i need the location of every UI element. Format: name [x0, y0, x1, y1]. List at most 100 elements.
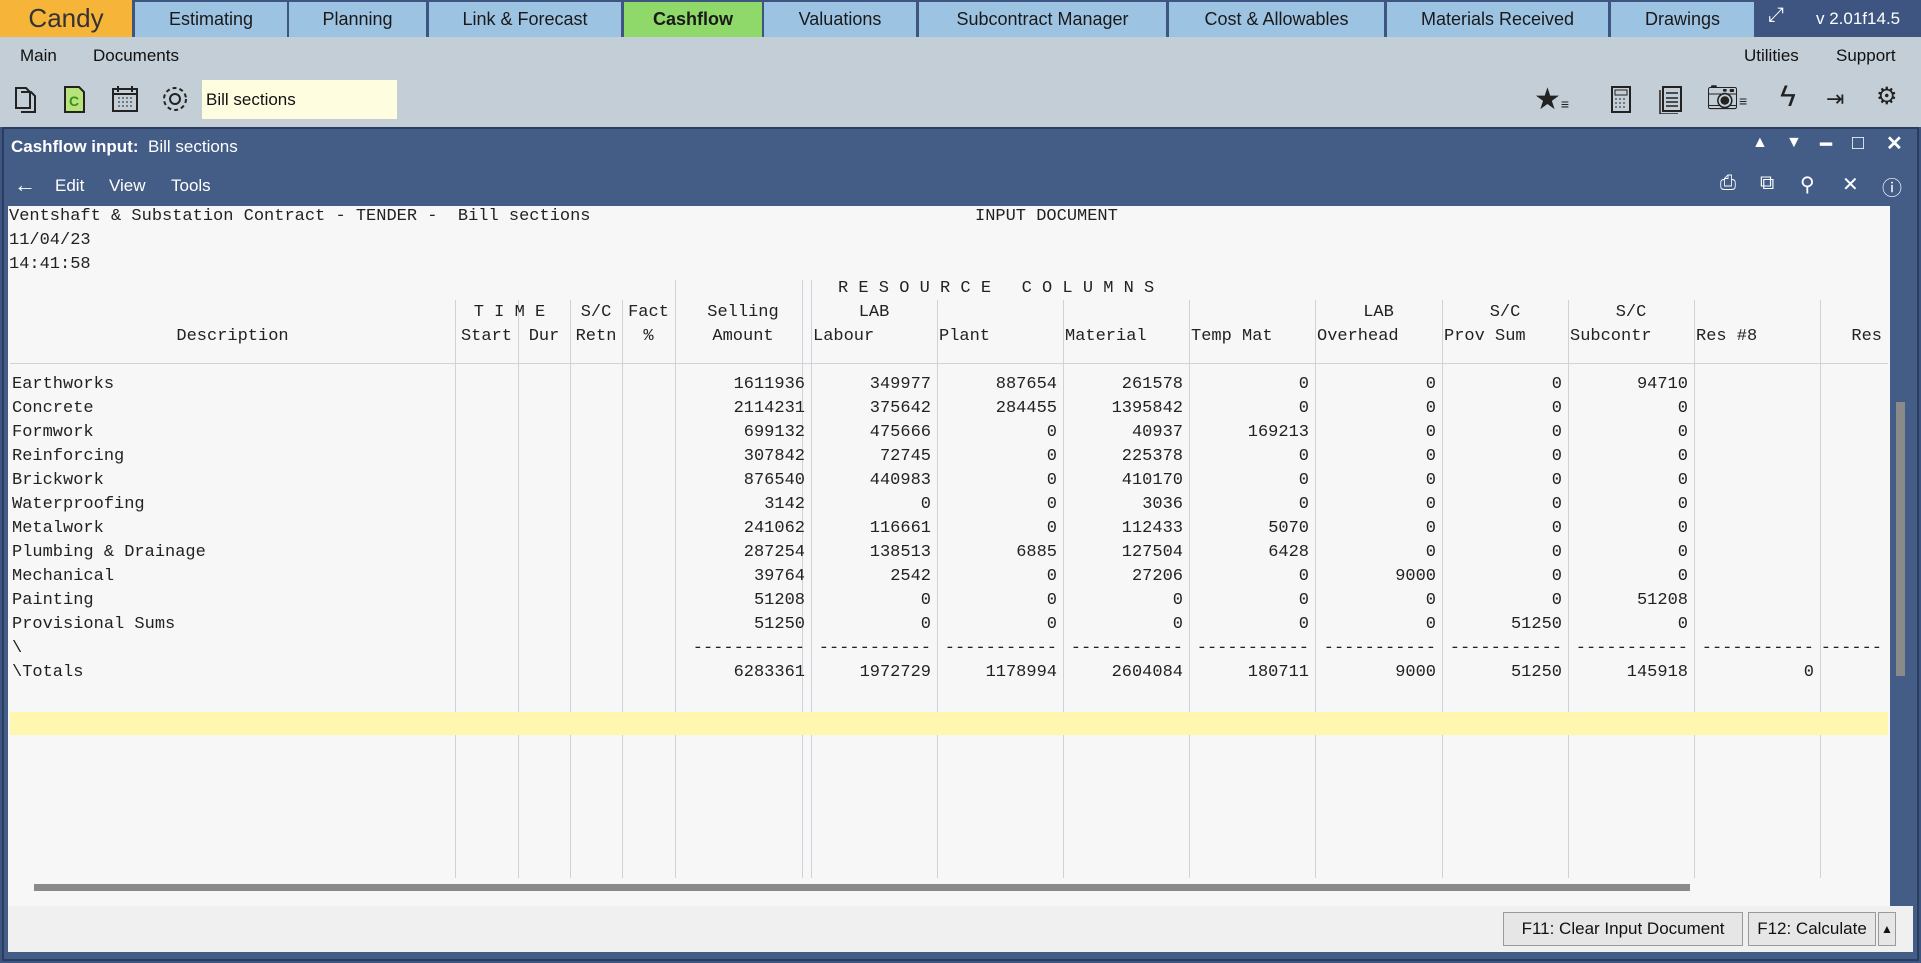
row-value: 0 [1425, 543, 1436, 562]
row-value: 0 [1551, 423, 1562, 442]
column-divider [570, 300, 571, 878]
lightning-icon[interactable]: ϟ [1780, 80, 1796, 114]
report-icon[interactable] [1656, 84, 1686, 114]
input-row-highlight[interactable] [10, 712, 1888, 735]
transfer-icon[interactable]: ⇥ [1826, 86, 1844, 112]
export-icon[interactable]: ⧉ [1760, 172, 1774, 195]
tab-drawings[interactable]: Drawings [1611, 2, 1754, 37]
column-header-amount: Amount [712, 327, 774, 346]
resource-columns-banner: R E S O U R C E C O L U M N S [838, 279, 1155, 298]
column-header--: % [643, 327, 654, 346]
row-value: 0 [1803, 663, 1814, 682]
column-header-res: Res [1851, 327, 1882, 346]
expand-icon[interactable]: ⤢ [1768, 4, 1784, 27]
row-value: 0 [1551, 471, 1562, 490]
copy-pages-icon[interactable] [12, 84, 42, 114]
row-value: 3142 [764, 495, 805, 514]
close-icon[interactable]: ✕ [1886, 131, 1903, 156]
calculator-icon[interactable] [1606, 84, 1636, 114]
document-selector[interactable]: Bill sections [202, 80, 397, 119]
column-header-description: Description [176, 327, 289, 346]
tab-cost-allowables[interactable]: Cost & Allowables [1169, 2, 1384, 37]
tab-link-forecast[interactable]: Link & Forecast [429, 2, 621, 37]
row-value: 9000 [1395, 663, 1436, 682]
row-value: 51250 [1510, 663, 1562, 682]
row-value: 1972729 [859, 663, 931, 682]
calendar-icon[interactable] [110, 84, 140, 114]
row-value: 307842 [743, 447, 805, 466]
calculate-button[interactable]: F12: Calculate [1748, 912, 1876, 946]
row-value: 0 [1298, 615, 1309, 634]
print-icon[interactable]: ⎙ [1720, 172, 1736, 195]
row-value: 0 [1172, 615, 1183, 634]
row-value: 0 [1046, 567, 1057, 586]
row-description: \Totals [12, 663, 84, 682]
row-value: 0 [1298, 447, 1309, 466]
column-group-header: Selling [707, 303, 779, 322]
candy-logo: Candy [0, 0, 132, 37]
row-value: 0 [920, 495, 931, 514]
minimize-icon[interactable]: ━ [1820, 132, 1832, 157]
move-down-icon[interactable]: ▼ [1786, 134, 1802, 152]
row-value: ----------- [1070, 639, 1183, 658]
document-date: 11/04/23 [9, 231, 91, 250]
row-value: 887654 [995, 375, 1057, 394]
row-value: 0 [1551, 447, 1562, 466]
version-label: v 2.01f14.5 [1816, 9, 1901, 28]
menu-main[interactable]: Main [20, 46, 57, 66]
vertical-scrollbar[interactable] [1896, 402, 1905, 676]
row-value: 0 [920, 591, 931, 610]
row-value: 241062 [743, 519, 805, 538]
search-icon[interactable]: ⚲ [1800, 172, 1815, 197]
maximize-icon[interactable]: □ [1852, 132, 1864, 155]
horizontal-scrollbar[interactable] [34, 884, 1690, 891]
tab-cashflow[interactable]: Cashflow [624, 2, 762, 37]
row-value: 0 [1551, 519, 1562, 538]
row-value: 0 [1551, 543, 1562, 562]
row-value: 169213 [1247, 423, 1309, 442]
column-header-material: Material [1065, 327, 1147, 346]
row-value: 0 [1425, 399, 1436, 418]
back-arrow-icon[interactable]: ← [14, 172, 36, 198]
menu-edit[interactable]: Edit [55, 176, 84, 196]
tab-valuations[interactable]: Valuations [764, 2, 916, 37]
row-value: 40937 [1131, 423, 1183, 442]
row-value: ----------- [1449, 639, 1562, 658]
row-description: Plumbing & Drainage [12, 543, 206, 562]
row-description: Mechanical [12, 567, 115, 586]
row-value: 0 [1425, 591, 1436, 610]
column-divider [1694, 300, 1695, 878]
menu-view[interactable]: View [109, 176, 146, 196]
camera-icon[interactable]: 📷︎≡ [1706, 82, 1747, 113]
row-value: 6428 [1268, 543, 1309, 562]
footer-expand-button[interactable]: ▲ [1878, 912, 1896, 946]
row-value: 0 [1677, 423, 1688, 442]
row-value: 51250 [1510, 615, 1562, 634]
row-value: 0 [1551, 591, 1562, 610]
tab-materials-received[interactable]: Materials Received [1387, 2, 1608, 37]
menu-utilities[interactable]: Utilities [1744, 46, 1799, 66]
menu-documents[interactable]: Documents [93, 46, 179, 66]
row-value: 0 [1425, 615, 1436, 634]
column-divider [455, 300, 456, 878]
close-document-icon[interactable]: ✕ [1842, 172, 1859, 197]
menu-support[interactable]: Support [1836, 46, 1896, 66]
row-value: ----------- [1323, 639, 1436, 658]
move-up-icon[interactable]: ▲ [1752, 134, 1768, 152]
multi-gear-icon[interactable]: ⚙ [1876, 82, 1898, 111]
row-value: 0 [1425, 519, 1436, 538]
row-description: Painting [12, 591, 94, 610]
favourites-star-icon[interactable]: ★≡ [1534, 82, 1569, 117]
tab-subcontract-manager[interactable]: Subcontract Manager [919, 2, 1166, 37]
cashflow-doc-icon[interactable]: C [60, 84, 90, 114]
clear-input-document-button[interactable]: F11: Clear Input Document [1503, 912, 1743, 946]
column-header-dur: Dur [528, 327, 560, 346]
tab-planning[interactable]: Planning [289, 2, 426, 37]
menu-tools[interactable]: Tools [171, 176, 211, 196]
tab-estimating[interactable]: Estimating [135, 2, 287, 37]
column-header-start: Start [460, 327, 512, 346]
row-value: 72745 [879, 447, 931, 466]
settings-gear-icon[interactable] [160, 84, 190, 114]
row-value: 0 [1677, 519, 1688, 538]
help-icon[interactable]: ⓘ [1882, 172, 1902, 201]
